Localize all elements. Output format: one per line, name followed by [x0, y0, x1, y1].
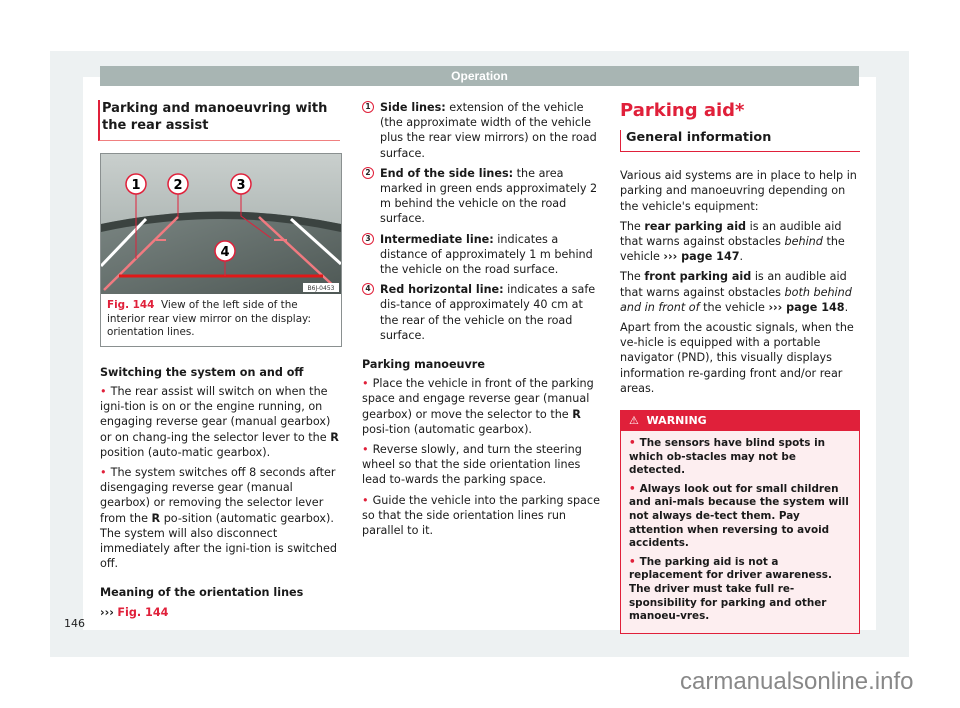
- warning-item: Always look out for small children and a…: [629, 483, 851, 551]
- warning-triangle-icon: ⚠: [629, 414, 639, 428]
- front-aid-paragraph: The front parking aid is an audible aid …: [620, 269, 860, 315]
- legend-item-4: 4 Red horizontal line: indicates a safe d…: [362, 282, 602, 343]
- text: The: [620, 270, 645, 284]
- bullet-bold: R: [330, 430, 339, 444]
- bullet-text: Guide the vehicle into the parking space…: [362, 493, 600, 538]
- warning-header: ⚠ WARNING: [621, 411, 859, 432]
- bullet-bold: R: [151, 511, 161, 525]
- list-item: Place the vehicle in front of the parkin…: [362, 376, 602, 437]
- section-title: Parking and manoeuvring with the rear as…: [98, 100, 340, 141]
- legend-term: Red horizontal line:: [380, 283, 504, 297]
- bullet-text: Reverse slowly, and turn the steering wh…: [362, 443, 582, 487]
- figure-label: Fig. 144: [107, 299, 155, 311]
- callout-4: 4: [214, 240, 236, 262]
- manoeuvre-heading: Parking manoeuvre: [362, 358, 485, 372]
- figure-caption: Fig. 144 View of the left side of the in…: [101, 294, 341, 346]
- legend-item-2: 2 End of the side lines: the area marked …: [362, 166, 602, 227]
- svg-text:4: 4: [220, 245, 229, 260]
- text: .: [739, 250, 744, 264]
- legend-item-3: 3 Intermediate line: indicates a distance…: [362, 232, 602, 278]
- switching-heading: Switching the system on and off: [100, 365, 304, 379]
- section-header: Operation: [100, 66, 859, 86]
- list-item: The rear assist will switch on when the …: [100, 384, 342, 460]
- text: .: [844, 300, 849, 314]
- text: the vehicle: [699, 300, 769, 314]
- page-147-link[interactable]: ››› page 147: [663, 250, 739, 263]
- list-item: Reverse slowly, and turn the steering wh…: [362, 442, 602, 488]
- legend-term: Intermediate line:: [380, 232, 494, 246]
- fig-144-link[interactable]: Fig. 144: [117, 606, 168, 619]
- term: rear parking aid: [644, 219, 747, 233]
- callout-2: 2: [167, 173, 189, 195]
- page-number: 146: [64, 617, 85, 630]
- ref-arrows-icon: ›››: [100, 605, 114, 619]
- list-item: Guide the vehicle into the parking space…: [362, 493, 602, 539]
- callout-number-icon: 2: [362, 166, 374, 179]
- bullet-bold: R: [572, 407, 581, 421]
- callout-number-icon: 3: [362, 232, 374, 245]
- legend-term: Side lines:: [380, 101, 446, 114]
- warning-body: The sensors have blind spots in which ob…: [621, 431, 859, 633]
- bullet-text: posi-tion (automatic gearbox).: [362, 422, 532, 436]
- warning-item: The parking aid is not a replacement for…: [629, 556, 851, 624]
- legend-term: End of the side lines:: [380, 166, 514, 180]
- warning-label: WARNING: [646, 414, 707, 428]
- callout-3: 3: [230, 173, 252, 195]
- rear-camera-display-image: 1 2 3 4 B6J-0453: [101, 154, 341, 294]
- intro-paragraph: Various aid systems are in place to help…: [620, 169, 857, 213]
- section-subtitle: General information: [620, 130, 860, 153]
- page-148-link[interactable]: ››› page 148: [768, 301, 844, 314]
- left-column: Parking and manoeuvring with the rear as…: [98, 100, 342, 625]
- right-column: Parking aid* General information Various…: [620, 100, 860, 634]
- emphasis: behind: [784, 235, 823, 249]
- bullet-text: position (auto-matic gearbox).: [100, 445, 271, 459]
- figure-144: 1 2 3 4 B6J-0453 Fig. 144 View of the le…: [100, 153, 342, 347]
- watermark: carmanualsonline.info: [680, 668, 914, 695]
- svg-text:1: 1: [131, 178, 140, 193]
- warning-item: The sensors have blind spots in which ob…: [629, 437, 851, 478]
- callout-1: 1: [125, 173, 147, 195]
- callout-number-icon: 4: [362, 283, 374, 296]
- figure-link[interactable]: ››› Fig. 144: [100, 605, 342, 620]
- meaning-heading: Meaning of the orientation lines: [100, 586, 304, 600]
- callout-number-icon: 1: [362, 101, 374, 113]
- bullet-text: The rear assist will switch on when the …: [100, 384, 331, 444]
- text: The: [620, 219, 645, 233]
- bullet-text: Place the vehicle in front of the parkin…: [362, 377, 594, 421]
- chapter-title: Parking aid*: [620, 100, 745, 121]
- list-item: The system switches off 8 seconds after …: [100, 465, 342, 571]
- svg-text:3: 3: [236, 178, 245, 193]
- acoustic-paragraph: Apart from the acoustic signals, when th…: [620, 321, 854, 395]
- middle-column: 1 Side lines: extension of the vehicle (t…: [362, 100, 602, 543]
- rear-aid-paragraph: The rear parking aid is an audible aid t…: [620, 219, 860, 265]
- term: front parking aid: [644, 270, 752, 284]
- svg-text:2: 2: [173, 178, 182, 193]
- legend-item-1: 1 Side lines: extension of the vehicle (t…: [362, 100, 602, 161]
- figure-code: B6J-0453: [308, 285, 335, 292]
- warning-box: ⚠ WARNING The sensors have blind spots i…: [620, 410, 860, 634]
